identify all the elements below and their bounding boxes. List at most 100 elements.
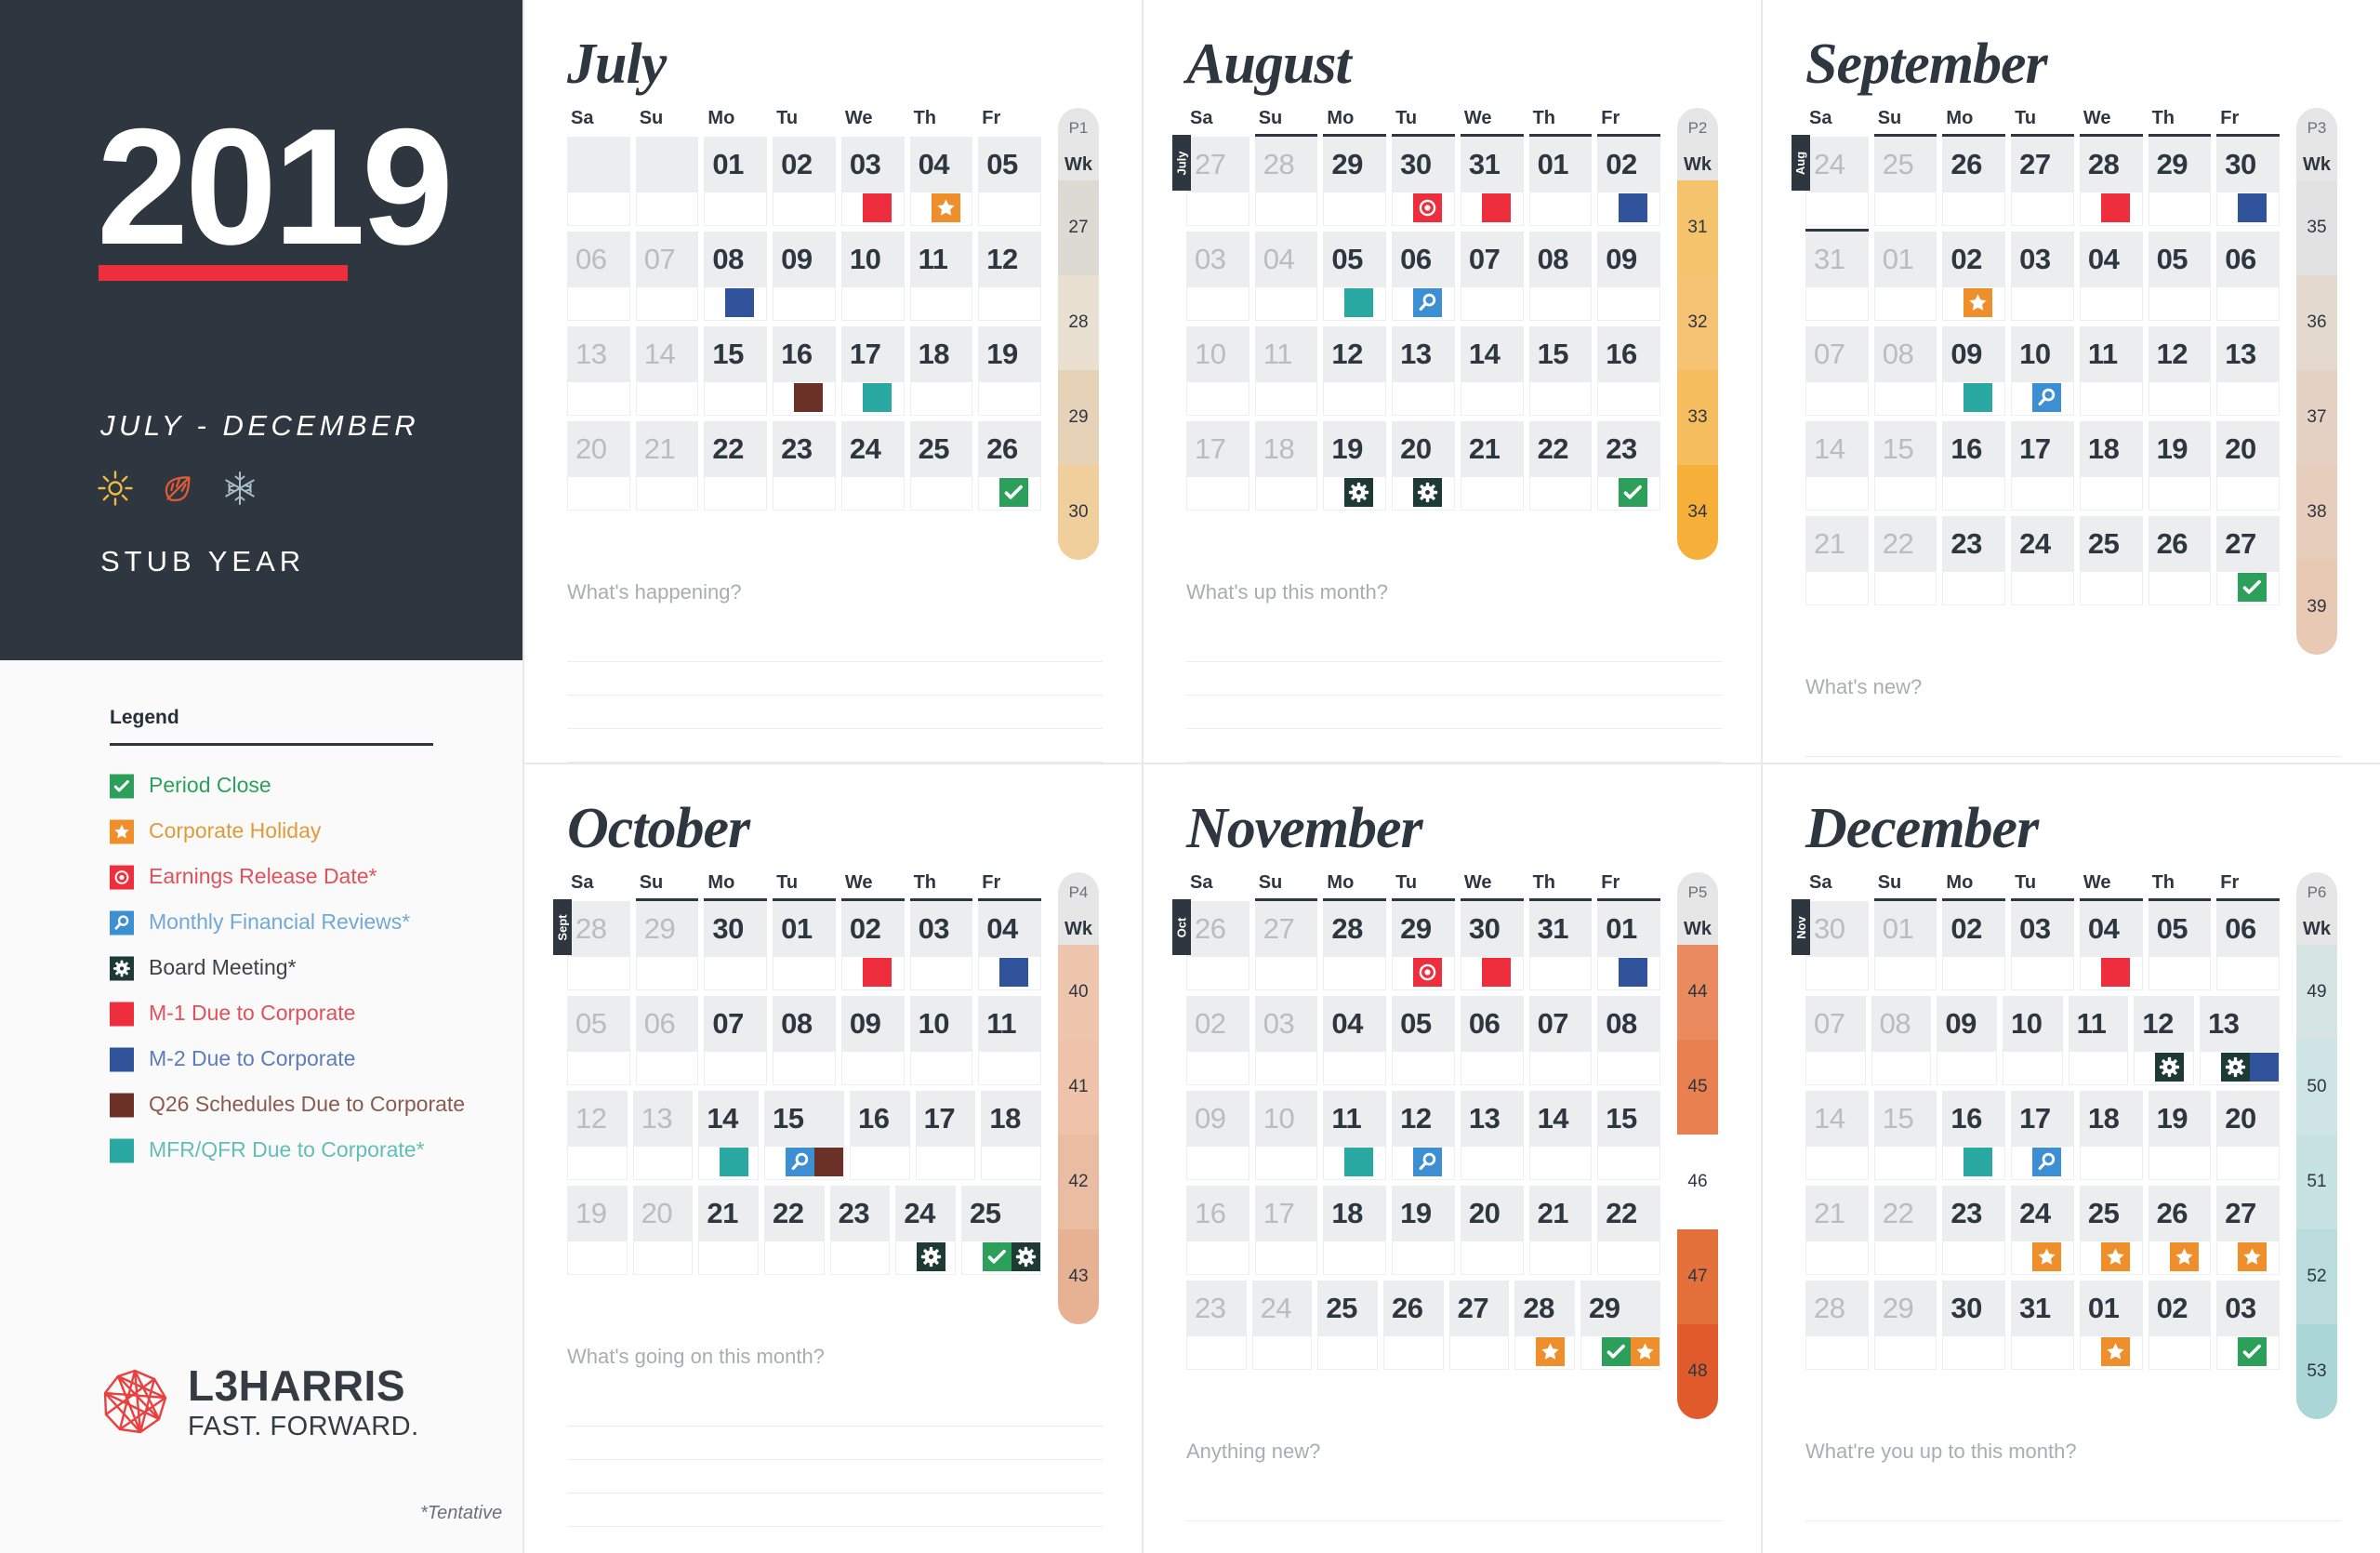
day-cell[interactable]: 17 (1186, 421, 1250, 511)
day-cell[interactable]: 11 (1254, 326, 1318, 416)
day-cell[interactable]: 23 (829, 1186, 891, 1275)
day-cell[interactable]: 19 (1392, 1186, 1455, 1275)
check-icon[interactable] (2238, 573, 2268, 602)
day-cell[interactable]: 29 (1580, 1281, 1660, 1370)
square-icon[interactable] (725, 288, 755, 317)
day-cell[interactable]: 15 (1873, 421, 1937, 511)
note-line[interactable] (1186, 1488, 1722, 1521)
day-cell[interactable]: 20 (1460, 1186, 1524, 1275)
day-cell[interactable]: 08 (1597, 996, 1660, 1085)
star-icon[interactable] (2169, 1242, 2199, 1271)
day-cell[interactable]: 08 (1528, 232, 1593, 321)
square-icon[interactable] (862, 958, 892, 987)
day-cell[interactable]: 18 (1323, 1186, 1387, 1275)
day-cell[interactable]: 02 (840, 901, 905, 990)
day-cell[interactable]: 16 (1597, 326, 1660, 416)
day-cell[interactable]: 20 (632, 1186, 694, 1275)
gear-icon[interactable] (2220, 1053, 2250, 1082)
day-cell[interactable] (567, 137, 630, 226)
day-cell[interactable]: 30 (1392, 137, 1455, 226)
day-cell[interactable]: 23 (1597, 421, 1660, 511)
star-icon[interactable] (1536, 1337, 1566, 1366)
day-cell[interactable]: 29 (1392, 901, 1455, 990)
day-cell[interactable]: 10 (909, 996, 973, 1085)
day-cell[interactable]: 04 (978, 901, 1041, 990)
note-line[interactable] (1186, 696, 1722, 729)
day-cell[interactable]: 12 (2148, 326, 2212, 416)
square-icon[interactable] (1481, 193, 1511, 222)
day-cell[interactable]: 17 (840, 326, 905, 416)
target-icon[interactable] (1413, 958, 1443, 987)
day-cell[interactable]: 30 (1942, 1281, 2006, 1370)
note-line[interactable] (1186, 729, 1722, 763)
day-cell[interactable]: 06 (2216, 232, 2280, 321)
day-cell[interactable]: 07 (1528, 996, 1593, 1085)
day-cell[interactable]: 31 (2011, 1281, 2074, 1370)
day-cell[interactable]: 22 (704, 421, 768, 511)
day-cell[interactable]: 03 (2216, 1281, 2280, 1370)
check-icon[interactable] (1619, 478, 1648, 507)
day-cell[interactable]: 15 (1597, 1091, 1660, 1180)
day-cell[interactable]: 24 (840, 421, 905, 511)
day-cell[interactable]: 09 (1186, 1091, 1250, 1180)
day-cell[interactable]: 10 (840, 232, 905, 321)
day-cell[interactable]: 12 (1323, 326, 1387, 416)
day-cell[interactable]: 14 (1805, 1091, 1869, 1180)
day-cell[interactable]: 17 (1254, 1186, 1318, 1275)
gear-icon[interactable] (1344, 478, 1374, 507)
note-line[interactable] (567, 1393, 1103, 1427)
day-cell[interactable]: Nov 30 (1792, 899, 1869, 990)
square-icon[interactable] (1481, 958, 1511, 987)
day-cell[interactable]: 27 (1254, 901, 1318, 990)
day-cell[interactable]: 13 (567, 326, 630, 416)
day-cell[interactable]: 12 (567, 1091, 628, 1180)
day-cell[interactable]: 30 (2216, 137, 2280, 226)
square-icon[interactable] (1964, 383, 1993, 412)
day-cell[interactable]: 18 (981, 1091, 1041, 1180)
day-cell[interactable]: Aug 24 (1792, 135, 1869, 226)
day-cell[interactable]: 07 (704, 996, 768, 1085)
note-line[interactable] (567, 1427, 1103, 1460)
day-cell[interactable]: 05 (1392, 996, 1455, 1085)
star-icon[interactable] (2032, 1242, 2062, 1271)
day-cell[interactable]: 29 (635, 901, 699, 990)
day-cell[interactable]: 16 (1186, 1186, 1250, 1275)
day-cell[interactable]: 28 (1805, 1281, 1869, 1370)
day-cell[interactable]: 08 (704, 232, 768, 321)
day-cell[interactable]: 18 (1254, 421, 1318, 511)
day-cell[interactable]: 16 (1942, 421, 2006, 511)
day-cell[interactable]: 06 (635, 996, 699, 1085)
day-cell[interactable]: 14 (1528, 1091, 1593, 1180)
day-cell[interactable]: 23 (773, 421, 836, 511)
day-cell[interactable]: 14 (635, 326, 699, 416)
day-cell[interactable]: 02 (773, 137, 836, 226)
day-cell[interactable]: 11 (2079, 326, 2143, 416)
day-cell[interactable]: 16 (849, 1091, 910, 1180)
check-icon[interactable] (999, 478, 1029, 507)
day-cell[interactable]: 22 (1873, 1186, 1937, 1275)
day-cell[interactable]: 28 (1514, 1281, 1575, 1370)
day-cell[interactable]: 28 (1254, 137, 1318, 226)
day-cell[interactable]: 20 (1392, 421, 1455, 511)
day-cell[interactable]: 04 (1323, 996, 1387, 1085)
day-cell[interactable]: 25 (2079, 1186, 2143, 1275)
day-cell[interactable]: 19 (1323, 421, 1387, 511)
day-cell[interactable]: 11 (2068, 996, 2129, 1085)
note-line[interactable] (1186, 629, 1722, 662)
day-cell[interactable]: 01 (1597, 901, 1660, 990)
day-cell[interactable]: 03 (2011, 901, 2074, 990)
check-icon[interactable] (2238, 1337, 2268, 1366)
day-cell[interactable]: 13 (632, 1091, 694, 1180)
day-cell[interactable]: 13 (1392, 326, 1455, 416)
day-cell[interactable]: 26 (2148, 1186, 2212, 1275)
day-cell[interactable]: July 27 (1172, 135, 1250, 226)
square-icon[interactable] (2100, 193, 2130, 222)
day-cell[interactable]: 28 (1323, 901, 1387, 990)
day-cell[interactable]: 31 (1528, 901, 1593, 990)
day-cell[interactable]: 13 (2199, 996, 2280, 1085)
day-cell[interactable]: 31 (1460, 137, 1524, 226)
day-cell[interactable]: 06 (1460, 996, 1524, 1085)
day-cell[interactable]: 01 (773, 901, 836, 990)
day-cell[interactable]: 05 (2148, 901, 2212, 990)
day-cell[interactable]: 21 (1805, 516, 1869, 605)
